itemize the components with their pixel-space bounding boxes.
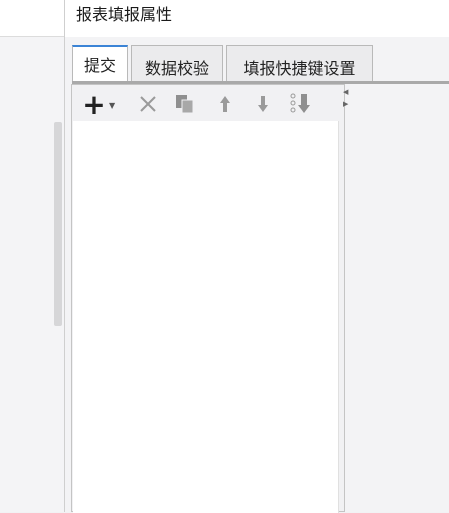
- move-to-bottom-icon: [290, 93, 310, 113]
- left-pane: [0, 0, 64, 512]
- title-bar: 报表填报属性: [65, 0, 449, 37]
- add-button[interactable]: +: [82, 88, 106, 121]
- move-down-button[interactable]: [251, 91, 275, 117]
- left-pane-scrollbar[interactable]: [54, 122, 62, 326]
- tab-data-validation[interactable]: 数据校验: [131, 45, 223, 82]
- submit-item-list[interactable]: [73, 121, 339, 513]
- submit-list-frame: + ▼: [71, 84, 345, 513]
- list-toolbar: + ▼: [72, 85, 344, 121]
- splitter-handle[interactable]: ◀ ▶: [343, 86, 351, 116]
- left-pane-header: [0, 0, 64, 37]
- copy-button[interactable]: [173, 91, 197, 117]
- arrow-up-icon: [220, 96, 230, 112]
- copy-icon: [176, 95, 194, 114]
- chevron-right-icon[interactable]: ▶: [343, 98, 351, 110]
- report-fill-properties-panel: 报表填报属性 提交 数据校验 填报快捷键设置 + ▼ ◀ ▶: [64, 0, 449, 513]
- move-up-button[interactable]: [213, 91, 237, 117]
- arrow-down-icon: [258, 96, 268, 112]
- tab-fill-shortcut-settings[interactable]: 填报快捷键设置: [226, 45, 373, 82]
- chevron-left-icon[interactable]: ◀: [343, 86, 351, 98]
- close-icon: [140, 96, 156, 112]
- delete-button[interactable]: [136, 91, 160, 117]
- panel-title: 报表填报属性: [76, 5, 173, 24]
- chevron-down-icon[interactable]: ▼: [109, 101, 115, 110]
- plus-icon: +: [82, 87, 106, 121]
- move-to-bottom-button[interactable]: [290, 91, 314, 117]
- tab-submit[interactable]: 提交: [72, 45, 128, 81]
